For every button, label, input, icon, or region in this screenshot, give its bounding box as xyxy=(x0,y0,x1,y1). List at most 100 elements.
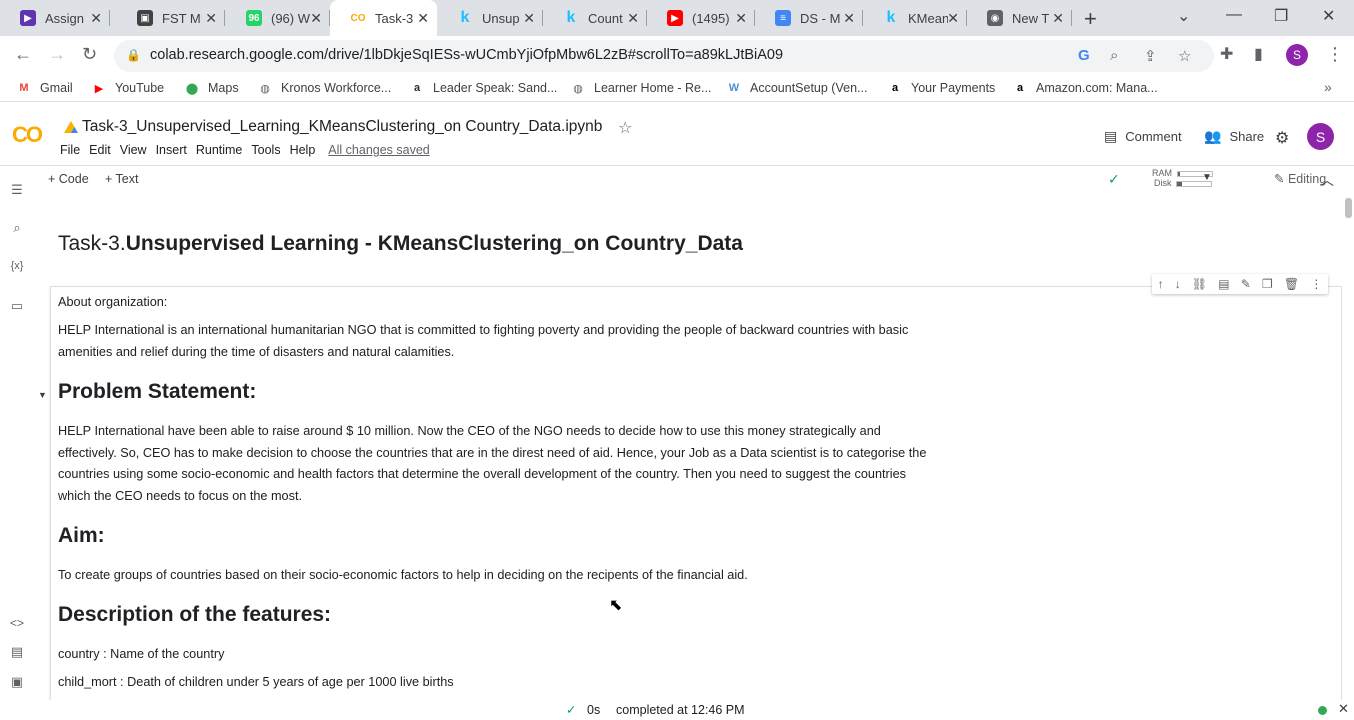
share-page-icon[interactable]: ⇪ xyxy=(1144,47,1157,65)
menu-item-edit[interactable]: Edit xyxy=(89,143,111,157)
forward-icon[interactable]: → xyxy=(48,44,66,65)
browser-tab[interactable]: ▣ FST MI ✕ xyxy=(117,0,225,36)
browser-tab[interactable]: CO Task-3 ✕ xyxy=(330,0,437,36)
share-button[interactable]: 👥 Share xyxy=(1204,128,1264,145)
kaggle-icon: k xyxy=(886,9,896,26)
terminal-icon[interactable]: ▣ xyxy=(9,674,25,690)
settings-gear-icon[interactable]: ⚙ xyxy=(1275,128,1289,148)
collapse-section-icon[interactable]: ▼ xyxy=(38,390,47,400)
bookmark-item[interactable]: ◍ Learner Home - Re... xyxy=(570,80,711,96)
bookmark-item[interactable]: ▶ YouTube xyxy=(91,80,164,96)
runtime-dropdown-icon[interactable]: ▼ xyxy=(1202,172,1212,183)
comment-cell-icon[interactable]: ▤ xyxy=(1218,277,1229,291)
browser-tab[interactable]: 96 (96) W ✕ xyxy=(226,0,330,36)
reload-icon[interactable]: ↻ xyxy=(82,44,97,65)
scrollbar[interactable] xyxy=(1343,194,1354,700)
bookmark-item[interactable]: M Gmail xyxy=(16,80,72,96)
bookmark-item[interactable]: a Amazon.com: Mana... xyxy=(1012,80,1158,96)
save-status-link[interactable]: All changes saved xyxy=(328,143,429,157)
menu-item-insert[interactable]: Insert xyxy=(156,143,187,157)
browser-tab[interactable]: ≡ DS - M ✕ xyxy=(755,0,863,36)
scrollbar-thumb[interactable] xyxy=(1345,198,1352,218)
tab-title: Unsup xyxy=(482,10,520,26)
amazon-icon: a xyxy=(1016,82,1024,94)
zoom-icon[interactable]: ⌕ xyxy=(1110,47,1118,64)
browser-tab[interactable]: k KMean ✕ xyxy=(863,0,967,36)
extensions-icon[interactable]: ✚ xyxy=(1220,44,1233,64)
tab-search-icon[interactable]: ⌄ xyxy=(1177,6,1190,26)
url-text[interactable]: colab.research.google.com/drive/1lbDkjeS… xyxy=(150,47,783,63)
lock-icon[interactable]: 🔒 xyxy=(126,48,141,62)
link-icon[interactable]: ⛓ xyxy=(1192,277,1207,291)
browser-tab[interactable]: ◉ New T ✕ xyxy=(967,0,1072,36)
google-lens-icon[interactable]: G xyxy=(1078,47,1090,64)
command-palette-icon[interactable]: ▤ xyxy=(9,644,25,660)
menu-item-tools[interactable]: Tools xyxy=(251,143,280,157)
chrome-menu-icon[interactable]: ⋮ xyxy=(1326,44,1344,65)
close-tab-icon[interactable]: ✕ xyxy=(310,10,322,27)
minimize-button[interactable]: — xyxy=(1226,6,1242,24)
notebook-toolbar: + Code + Text ✓ RAM Disk ▼ ✎ Editing ︿ xyxy=(34,166,1354,194)
ram-bar-fill xyxy=(1177,171,1181,176)
files-folder-icon[interactable]: ▭ xyxy=(9,298,25,314)
browser-tab[interactable]: k Unsup ✕ xyxy=(437,0,543,36)
add-code-cell-button[interactable]: + Code xyxy=(48,172,89,186)
status-bar: ✓ 0s completed at 12:46 PM ✕ xyxy=(0,700,1354,720)
new-tab-button[interactable]: + xyxy=(1084,6,1097,32)
menu-item-view[interactable]: View xyxy=(120,143,147,157)
profile-avatar[interactable]: S xyxy=(1286,44,1308,66)
close-tab-icon[interactable]: ✕ xyxy=(417,10,429,27)
close-tab-icon[interactable]: ✕ xyxy=(523,10,535,27)
close-tab-icon[interactable]: ✕ xyxy=(627,10,639,27)
table-of-contents-icon[interactable]: ☰ xyxy=(9,182,25,198)
delete-trash-icon[interactable]: 🗑 xyxy=(1284,277,1299,291)
back-icon[interactable]: ← xyxy=(14,44,32,65)
close-window-button[interactable]: ✕ xyxy=(1322,6,1335,26)
more-options-icon[interactable]: ⋮ xyxy=(1310,277,1322,291)
move-up-icon[interactable]: ↑ xyxy=(1158,277,1164,291)
close-tab-icon[interactable]: ✕ xyxy=(90,10,102,27)
address-bar[interactable]: 🔒 colab.research.google.com/drive/1lbDkj… xyxy=(114,40,1214,72)
bookmark-label: Maps xyxy=(208,81,239,95)
bookmark-item[interactable]: ◍ Kronos Workforce... xyxy=(257,80,391,96)
variables-icon[interactable]: {x} xyxy=(9,260,25,272)
browser-tab[interactable]: ▶ (1495) ✕ xyxy=(647,0,755,36)
add-text-cell-button[interactable]: + Text xyxy=(105,172,138,186)
slides-icon: ▣ xyxy=(137,10,153,26)
colab-logo[interactable]: CO xyxy=(12,122,43,148)
close-tab-icon[interactable]: ✕ xyxy=(735,10,747,27)
bookmark-item[interactable]: ⬤ Maps xyxy=(184,80,239,96)
close-tab-icon[interactable]: ✕ xyxy=(1052,10,1064,27)
move-down-icon[interactable]: ↓ xyxy=(1175,277,1181,291)
user-avatar[interactable]: S xyxy=(1307,123,1334,150)
connected-check-icon: ✓ xyxy=(1108,171,1120,187)
close-tab-icon[interactable]: ✕ xyxy=(205,10,217,27)
bookmark-item[interactable]: a Leader Speak: Sand... xyxy=(409,80,557,96)
menu-item-help[interactable]: Help xyxy=(290,143,316,157)
cell-toolbar: ↑ ↓ ⛓ ▤ ✎ ❐ 🗑 ⋮ xyxy=(1152,274,1328,294)
bookmark-star-icon[interactable]: ☆ xyxy=(1178,47,1191,65)
colab-icon: CO xyxy=(350,12,366,24)
menu-item-runtime[interactable]: Runtime xyxy=(196,143,243,157)
search-icon[interactable]: ⌕ xyxy=(9,220,25,236)
people-icon: 👥 xyxy=(1204,128,1222,144)
code-snippets-icon[interactable]: <> xyxy=(9,616,25,630)
bookmark-item[interactable]: a Your Payments xyxy=(887,80,995,96)
close-status-icon[interactable]: ✕ xyxy=(1338,701,1349,717)
comment-button[interactable]: ▤ Comment xyxy=(1104,128,1182,145)
collapse-header-icon[interactable]: ︿ xyxy=(1320,170,1334,190)
notebook-title[interactable]: Task-3_Unsupervised_Learning_KMeansClust… xyxy=(64,118,602,136)
star-notebook-icon[interactable]: ☆ xyxy=(618,118,632,138)
restore-button[interactable]: ❐ xyxy=(1274,6,1288,26)
edit-pencil-icon[interactable]: ✎ xyxy=(1241,277,1251,291)
browser-tab[interactable]: k Count ✕ xyxy=(543,0,647,36)
editing-mode-button[interactable]: ✎ Editing xyxy=(1274,171,1326,186)
more-bookmarks-icon[interactable]: » xyxy=(1324,79,1332,95)
close-tab-icon[interactable]: ✕ xyxy=(843,10,855,27)
side-panel-icon[interactable]: ▮ xyxy=(1254,44,1263,64)
menu-item-file[interactable]: File xyxy=(60,143,80,157)
close-tab-icon[interactable]: ✕ xyxy=(947,10,959,27)
bookmark-item[interactable]: W AccountSetup (Ven... xyxy=(726,80,868,96)
mirror-cell-icon[interactable]: ❐ xyxy=(1262,277,1273,291)
browser-tab[interactable]: ▶ Assign ✕ xyxy=(0,0,110,36)
